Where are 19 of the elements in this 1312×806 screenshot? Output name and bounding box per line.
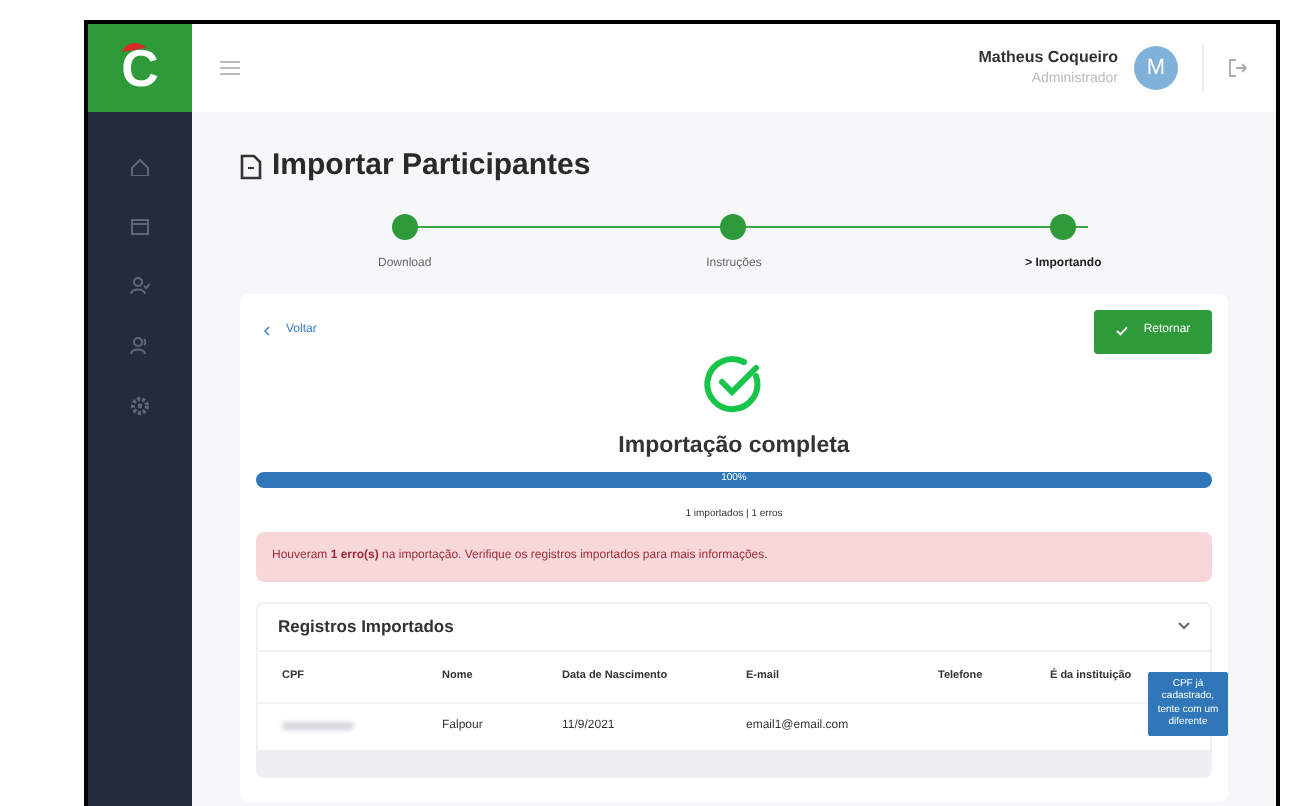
user-check-icon[interactable] [130,276,150,296]
check-icon [1115,326,1128,336]
menu-icon[interactable] [220,60,240,76]
panel-title: Registros Importados [278,613,454,640]
settings-icon[interactable] [130,396,150,416]
home-icon[interactable] [130,156,150,176]
status-title: Importação completa [618,431,850,461]
user-name: Matheus Coqueiro [978,45,1118,70]
chevron-down-icon[interactable] [1178,622,1190,631]
calendar-icon[interactable] [130,216,150,236]
logout-icon[interactable] [1228,58,1248,78]
avatar[interactable]: M [1134,46,1178,90]
logo: C [88,24,192,112]
page-title: Importar Participantes [272,146,591,186]
hat-icon [120,40,148,52]
file-icon [240,153,262,180]
users-icon[interactable] [130,336,150,356]
check-circle-icon [704,353,764,413]
chevron-left-icon [264,325,270,335]
